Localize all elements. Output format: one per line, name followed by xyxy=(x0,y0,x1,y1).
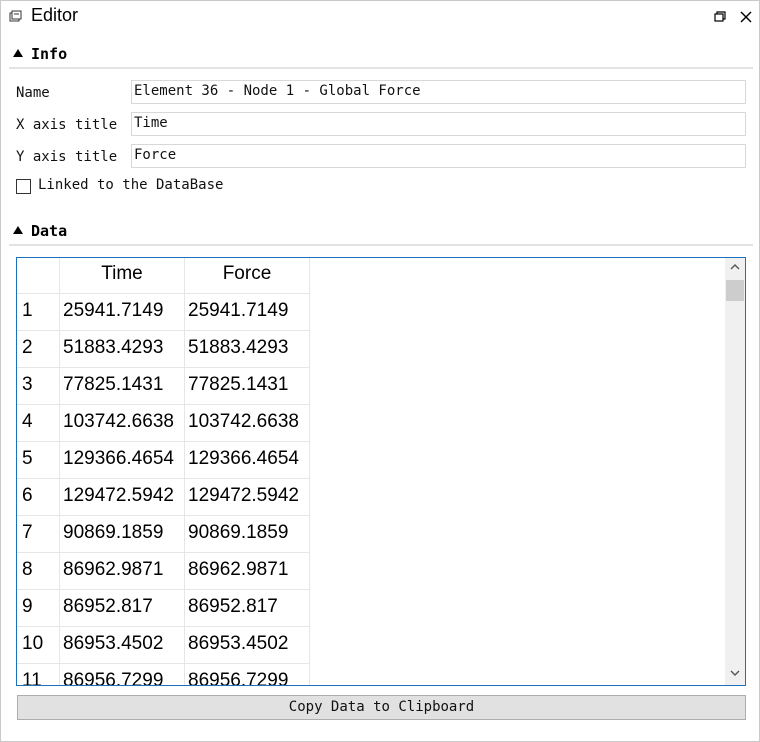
force-cell[interactable]: 86952.817 xyxy=(185,590,310,627)
row-header[interactable]: 4 xyxy=(17,405,60,442)
editor-window: Editor Info Name Element 36 - Node 1 - G… xyxy=(0,0,760,742)
name-label: Name xyxy=(16,85,50,101)
linked-checkbox-label: Linked to the DataBase xyxy=(38,177,224,193)
force-cell[interactable]: 86962.9871 xyxy=(185,553,310,590)
x-axis-title-label: X axis title xyxy=(16,117,118,133)
force-cell[interactable]: 51883.4293 xyxy=(185,331,310,368)
scroll-down-icon[interactable] xyxy=(729,668,741,678)
info-divider xyxy=(9,67,753,69)
time-cell[interactable]: 86962.9871 xyxy=(60,553,185,590)
name-field[interactable]: Element 36 - Node 1 - Global Force xyxy=(131,80,746,104)
row-header[interactable]: 5 xyxy=(17,442,60,479)
scroll-thumb[interactable] xyxy=(726,280,744,301)
title-bar[interactable]: Editor xyxy=(1,1,759,33)
window-icon xyxy=(9,10,22,22)
info-section-label: Info xyxy=(31,45,68,63)
row-header[interactable]: 8 xyxy=(17,553,60,590)
row-header[interactable]: 7 xyxy=(17,516,60,553)
y-axis-title-label: Y axis title xyxy=(16,149,118,165)
y-axis-title-field[interactable]: Force xyxy=(131,144,746,168)
column-header-time[interactable]: Time xyxy=(60,258,185,294)
time-cell[interactable]: 86956.7299 xyxy=(60,664,185,685)
time-cell[interactable]: 103742.6638 xyxy=(60,405,185,442)
time-cell[interactable]: 129472.5942 xyxy=(60,479,185,516)
force-cell[interactable]: 103742.6638 xyxy=(185,405,310,442)
table-corner xyxy=(17,258,60,294)
row-header[interactable]: 9 xyxy=(17,590,60,627)
collapse-triangle-icon[interactable] xyxy=(13,49,23,57)
row-header[interactable]: 11 xyxy=(17,664,60,685)
x-axis-title-field[interactable]: Time xyxy=(131,112,746,136)
row-header[interactable]: 3 xyxy=(17,368,60,405)
force-cell[interactable]: 129366.4654 xyxy=(185,442,310,479)
force-cell[interactable]: 90869.1859 xyxy=(185,516,310,553)
restore-icon[interactable] xyxy=(710,7,730,27)
force-cell[interactable]: 86953.4502 xyxy=(185,627,310,664)
data-divider xyxy=(9,244,753,246)
force-cell[interactable]: 129472.5942 xyxy=(185,479,310,516)
time-cell[interactable]: 86952.817 xyxy=(60,590,185,627)
window-title: Editor xyxy=(31,5,79,25)
column-header-force[interactable]: Force xyxy=(185,258,310,294)
time-cell[interactable]: 51883.4293 xyxy=(60,331,185,368)
time-cell[interactable]: 86953.4502 xyxy=(60,627,185,664)
time-cell[interactable]: 25941.7149 xyxy=(60,294,185,331)
scroll-up-icon[interactable] xyxy=(729,262,741,272)
force-cell[interactable]: 86956.7299 xyxy=(185,664,310,685)
time-cell[interactable]: 77825.1431 xyxy=(60,368,185,405)
row-header[interactable]: 6 xyxy=(17,479,60,516)
collapse-triangle-icon[interactable] xyxy=(13,226,23,234)
linked-checkbox[interactable] xyxy=(16,179,31,194)
time-cell[interactable]: 129366.4654 xyxy=(60,442,185,479)
close-icon[interactable] xyxy=(736,7,756,27)
row-header[interactable]: 10 xyxy=(17,627,60,664)
data-table[interactable]: Time Force 1 25941.7149 25941.7149 2 51883.429… xyxy=(16,257,746,686)
row-header[interactable]: 2 xyxy=(17,331,60,368)
force-cell[interactable]: 25941.7149 xyxy=(185,294,310,331)
time-cell[interactable]: 90869.1859 xyxy=(60,516,185,553)
force-cell[interactable]: 77825.1431 xyxy=(185,368,310,405)
vertical-scrollbar[interactable] xyxy=(725,258,745,685)
row-header[interactable]: 1 xyxy=(17,294,60,331)
copy-to-clipboard-button[interactable]: Copy Data to Clipboard xyxy=(17,695,746,720)
data-section-label: Data xyxy=(31,222,68,240)
